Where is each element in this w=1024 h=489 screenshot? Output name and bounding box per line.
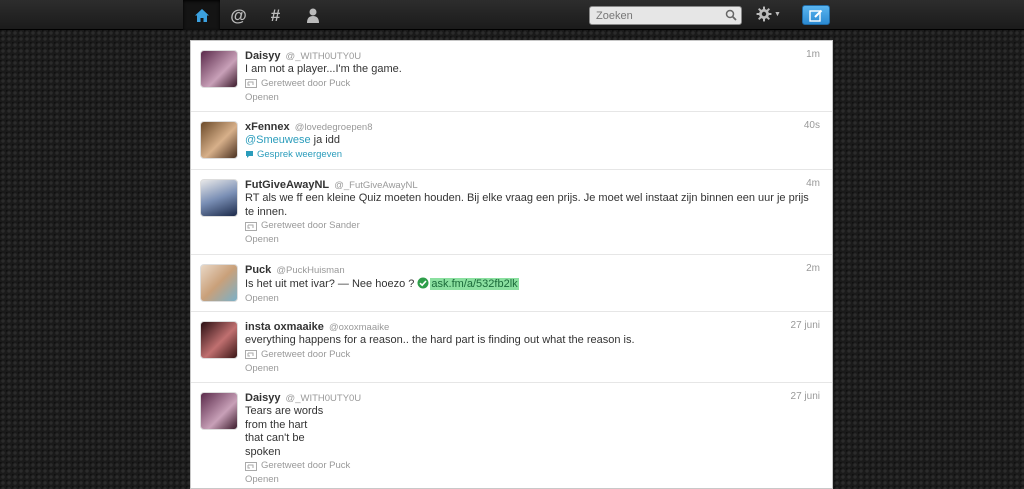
search-input[interactable]	[590, 7, 720, 24]
retweeted-by-label: Geretweet door Puck	[261, 460, 351, 471]
gear-icon	[756, 6, 772, 22]
open-tweet-link[interactable]: Openen	[245, 473, 820, 487]
tweet-username[interactable]: @lovedegroepen8	[295, 122, 373, 133]
tweet-fullname[interactable]: FutGiveAwayNL	[245, 179, 329, 191]
tweet-timestamp[interactable]: 1m	[806, 49, 820, 60]
tweet-fullname[interactable]: Daisyy	[245, 392, 280, 404]
tweet[interactable]: FutGiveAwayNL @_FutGiveAwayNL 4m RT als …	[191, 170, 832, 255]
conversation-label[interactable]: Gesprek weergeven	[257, 148, 342, 162]
tweet-username[interactable]: @_WITH0UTY0U	[286, 393, 362, 404]
top-bar: @ # ▼	[0, 0, 1024, 30]
tweet-username[interactable]: @PuckHuisman	[276, 265, 344, 276]
timeline: Daisyy @_WITH0UTY0U 1m I am not a player…	[190, 40, 833, 489]
avatar[interactable]	[200, 264, 238, 302]
nav-connect[interactable]: @	[220, 0, 257, 30]
tweet-fullname[interactable]: Puck	[245, 264, 271, 276]
open-tweet-link[interactable]: Openen	[245, 233, 820, 247]
tweet-link[interactable]: ask.fm/a/532fb2lk	[430, 278, 519, 290]
tweet[interactable]: Puck @PuckHuisman 2m Is het uit met ivar…	[191, 255, 832, 312]
tweet-text: @Smeuwese ja idd	[245, 134, 820, 148]
tweet-timestamp[interactable]: 27 juni	[791, 391, 820, 402]
tweet-text: Is het uit met ivar? — Nee hoezo ? ask.f…	[245, 277, 820, 292]
avatar[interactable]	[200, 321, 238, 359]
settings-menu[interactable]: ▼	[756, 6, 781, 22]
tweet-text: everything happens for a reason.. the ha…	[245, 334, 635, 346]
global-nav: @ #	[183, 0, 331, 30]
home-icon	[194, 8, 209, 22]
tweet[interactable]: Daisyy @_WITH0UTY0U 1m I am not a player…	[191, 41, 832, 112]
at-icon: @	[230, 5, 247, 25]
tweet[interactable]: Daisyy @_WITH0UTY0U 27 juni Tears are wo…	[191, 383, 832, 488]
search-icon[interactable]	[725, 9, 737, 21]
retweet-icon	[245, 350, 257, 359]
avatar[interactable]	[200, 179, 238, 217]
tweet-fullname[interactable]: insta oxmaaike	[245, 321, 324, 333]
avatar[interactable]	[200, 121, 238, 159]
search-box	[589, 6, 742, 25]
tweet-text: I am not a player...I'm the game.	[245, 63, 402, 75]
tweet-fullname[interactable]: Daisyy	[245, 50, 280, 62]
nav-me[interactable]	[294, 0, 331, 30]
retweet-context: Geretweet door Puck	[245, 459, 820, 473]
tweet-username[interactable]: @oxoxmaaike	[329, 322, 389, 333]
hash-icon: #	[270, 5, 281, 25]
retweet-context: Geretweet door Puck	[245, 77, 820, 91]
retweet-icon	[245, 221, 257, 231]
tweet-text-body: Is het uit met ivar? — Nee hoezo ?	[245, 278, 418, 290]
check-circle-icon	[417, 277, 429, 289]
person-icon	[306, 8, 319, 23]
tweet[interactable]: xFennex @lovedegroepen8 40s @Smeuwese ja…	[191, 112, 832, 170]
retweet-context: Geretweet door Sander	[245, 219, 820, 233]
tweet-timestamp[interactable]: 4m	[806, 178, 820, 189]
nav-home[interactable]	[183, 0, 220, 30]
view-conversation-link[interactable]: Gesprek weergeven	[245, 148, 820, 162]
tweet-timestamp[interactable]: 2m	[806, 263, 820, 274]
compose-icon	[809, 9, 823, 22]
nav-discover[interactable]: #	[257, 0, 294, 30]
tweet-fullname[interactable]: xFennex	[245, 121, 290, 133]
avatar[interactable]	[200, 50, 238, 88]
tweet[interactable]: insta oxmaaike @oxoxmaaike 27 juni every…	[191, 312, 832, 383]
tweet-text: RT als we ff een kleine Quiz moeten houd…	[245, 192, 809, 218]
tweet-username[interactable]: @_FutGiveAwayNL	[334, 180, 417, 191]
chevron-down-icon: ▼	[774, 10, 781, 18]
tweet-timestamp[interactable]: 40s	[804, 120, 820, 131]
retweet-context: Geretweet door Puck	[245, 348, 820, 362]
compose-tweet-button[interactable]	[802, 5, 830, 25]
mention-link[interactable]: @Smeuwese	[245, 134, 311, 146]
tweet-text: Tears are words from the hart that can't…	[245, 405, 324, 458]
retweeted-by-label: Geretweet door Sander	[261, 220, 360, 231]
open-tweet-link[interactable]: Openen	[245, 292, 820, 306]
open-tweet-link[interactable]: Openen	[245, 362, 820, 376]
tweet-username[interactable]: @_WITH0UTY0U	[286, 51, 362, 62]
speech-bubble-icon	[246, 151, 253, 158]
retweeted-by-label: Geretweet door Puck	[261, 348, 351, 360]
tweet-text-body: ja idd	[310, 134, 340, 146]
avatar[interactable]	[200, 392, 238, 430]
tweet-timestamp[interactable]: 27 juni	[791, 320, 820, 331]
retweet-icon	[245, 461, 257, 471]
retweeted-by-label: Geretweet door Puck	[261, 77, 351, 89]
open-tweet-link[interactable]: Openen	[245, 91, 820, 105]
retweet-icon	[245, 79, 257, 88]
